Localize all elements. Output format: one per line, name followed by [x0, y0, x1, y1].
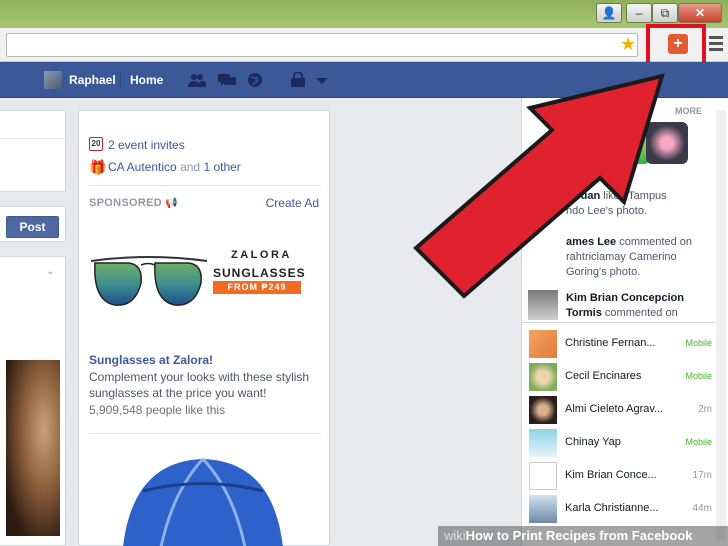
last-active-time: 2m	[698, 404, 712, 415]
ad-title-link[interactable]: Sunglasses at Zalora!	[89, 353, 213, 367]
mobile-status: Mobile	[685, 437, 712, 447]
megaphone-icon: 📢	[165, 198, 179, 209]
composer-card	[0, 110, 66, 192]
browser-title-bar: 👤 – ⧉ ✕	[0, 0, 728, 28]
profile-name-link[interactable]: Raphael	[69, 73, 116, 87]
browser-toolbar: ★ +	[0, 28, 728, 62]
avatar	[529, 396, 557, 424]
mobile-status: Mobile	[685, 371, 712, 381]
birthday-name-link[interactable]: CA Autentico	[108, 160, 177, 174]
post-button[interactable]: Post	[6, 216, 59, 238]
profile-button[interactable]: 👤	[596, 3, 622, 23]
birthday-other-link[interactable]: 1 other	[203, 160, 240, 174]
sidebar: MORE 58 › Abuan likes Tampusndo Lee's ph…	[521, 98, 728, 546]
chat-contact[interactable]: Karla Christianne... 44m	[522, 493, 715, 526]
restore-button[interactable]: ⧉	[652, 3, 678, 23]
birthday-and-text: and	[180, 160, 201, 174]
home-link[interactable]: Home	[130, 73, 163, 87]
story-options-chevron-icon[interactable]: ⌄	[46, 266, 54, 277]
profile-avatar[interactable]	[44, 71, 62, 89]
chat-contact-name: Karla Christianne...	[565, 502, 659, 514]
chat-contact-name: Chinay Yap	[565, 436, 621, 448]
sponsored-label: SPONSORED 📢	[89, 197, 179, 209]
last-active-time: 44m	[692, 503, 712, 514]
close-button[interactable]: ✕	[678, 3, 722, 23]
ticker-item[interactable]: ames Lee commented on rahtriciamay Cameri…	[566, 235, 716, 280]
messages-icon[interactable]	[218, 72, 236, 88]
address-bar[interactable]	[6, 33, 638, 57]
bookmark-star-icon[interactable]: ★	[620, 34, 636, 54]
mobile-status: Mobile	[685, 338, 712, 348]
chat-contact[interactable]: Almi Cieleto Agrav... 2m	[522, 394, 715, 427]
right-rail-card: 20 2 event invites 🎁 CA Autentico and 1 …	[78, 110, 330, 546]
ad-brand: ZALORA	[231, 249, 292, 261]
ticker-item[interactable]: Kim Brian Concepcion Tormis commented on	[566, 291, 716, 321]
page-scrollbar[interactable]	[716, 110, 726, 540]
create-ad-link[interactable]: Create Ad	[266, 196, 319, 210]
avatar	[529, 429, 557, 457]
chat-contact[interactable]: Cecil Encinares Mobile	[522, 361, 715, 394]
privacy-lock-icon[interactable]	[289, 71, 307, 88]
ad-banner-title: SUNGLASSES	[213, 266, 306, 280]
chat-contact-name: Cecil Encinares	[565, 370, 642, 382]
birthday-reminder: CA Autentico and 1 other	[108, 160, 241, 174]
chat-contact-name: Christine Fernan...	[565, 337, 656, 349]
chat-contact-name: Kim Brian Conce...	[565, 469, 657, 481]
ad-divider	[89, 433, 321, 434]
gift-icon: 🎁	[89, 159, 107, 175]
avatar	[529, 330, 557, 358]
chat-contact[interactable]: Chinay Yap Mobile	[522, 427, 715, 460]
brain-app-tile[interactable]	[646, 122, 688, 164]
calendar-icon: 20	[89, 137, 103, 151]
avatar	[529, 462, 557, 490]
wikihow-watermark: wikiHow to Print Recipes from Facebook	[438, 526, 728, 546]
ad-price-tag: FROM ₱249	[213, 281, 301, 294]
ticker-avatar[interactable]	[528, 184, 558, 214]
ticker-avatar[interactable]	[528, 290, 558, 320]
event-invites-link[interactable]: 2 event invites	[108, 138, 185, 152]
ticker-item[interactable]: Abuan likes Tampus ndo Lee's photo.	[566, 189, 716, 219]
story-photo[interactable]	[6, 360, 60, 536]
chat-contact[interactable]: Christine Fernan... Mobile	[522, 328, 715, 361]
avatar	[529, 363, 557, 391]
more-apps-link[interactable]: MORE	[675, 106, 702, 116]
browser-menu-icon[interactable]	[709, 36, 723, 54]
facebook-header: Raphael Home	[0, 62, 728, 98]
friend-requests-icon[interactable]	[188, 72, 206, 88]
header-separator	[120, 73, 121, 87]
chat-contact-name: Almi Cieleto Agrav...	[565, 403, 664, 415]
chat-divider	[522, 322, 715, 323]
composer-divider	[0, 138, 66, 139]
ad-tent-image[interactable]	[103, 451, 303, 546]
section-divider	[89, 185, 321, 186]
minimize-button[interactable]: –	[626, 3, 652, 23]
avatar	[529, 495, 557, 523]
chat-contact[interactable]: Kim Brian Conce... 17m	[522, 460, 715, 493]
ad-description: Complement your looks with these stylish…	[89, 370, 310, 400]
ad-likes-count: 5,909,548 people like this	[89, 403, 226, 417]
last-active-time: 17m	[692, 470, 712, 481]
account-dropdown-icon[interactable]	[313, 72, 331, 88]
notifications-globe-icon[interactable]	[246, 72, 264, 88]
app-notification-badge: 58	[622, 122, 639, 136]
